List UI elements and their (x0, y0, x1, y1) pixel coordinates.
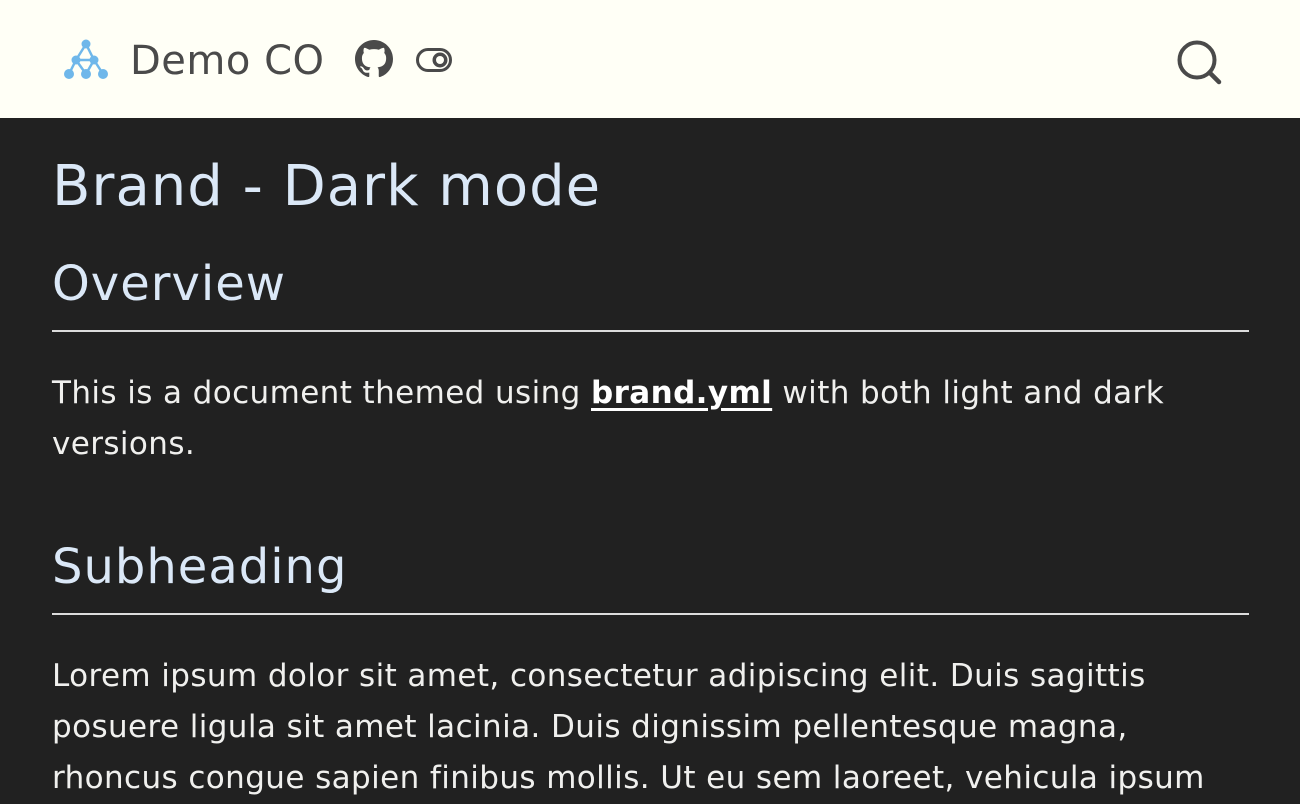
brand-name-link[interactable]: Demo CO (130, 36, 324, 86)
github-icon[interactable] (355, 40, 393, 78)
overview-text-start: This is a document themed using (52, 375, 591, 411)
section-heading-subheading: Subheading (52, 539, 348, 595)
toggle-switch-icon[interactable] (416, 46, 452, 74)
section-heading-overview: Overview (52, 256, 286, 312)
navbar: Demo CO (0, 0, 1300, 118)
page-title: Brand - Dark mode (52, 154, 602, 219)
section-divider (52, 330, 1249, 332)
network-nodes-icon[interactable] (62, 38, 110, 82)
brand-yml-link[interactable]: brand.yml (591, 375, 772, 411)
section-divider (52, 613, 1249, 615)
search-icon[interactable] (1172, 36, 1226, 90)
lorem-paragraph: Lorem ipsum dolor sit amet, consectetur … (52, 658, 1205, 796)
overview-paragraph: This is a document themed using brand.ym… (52, 368, 1249, 470)
